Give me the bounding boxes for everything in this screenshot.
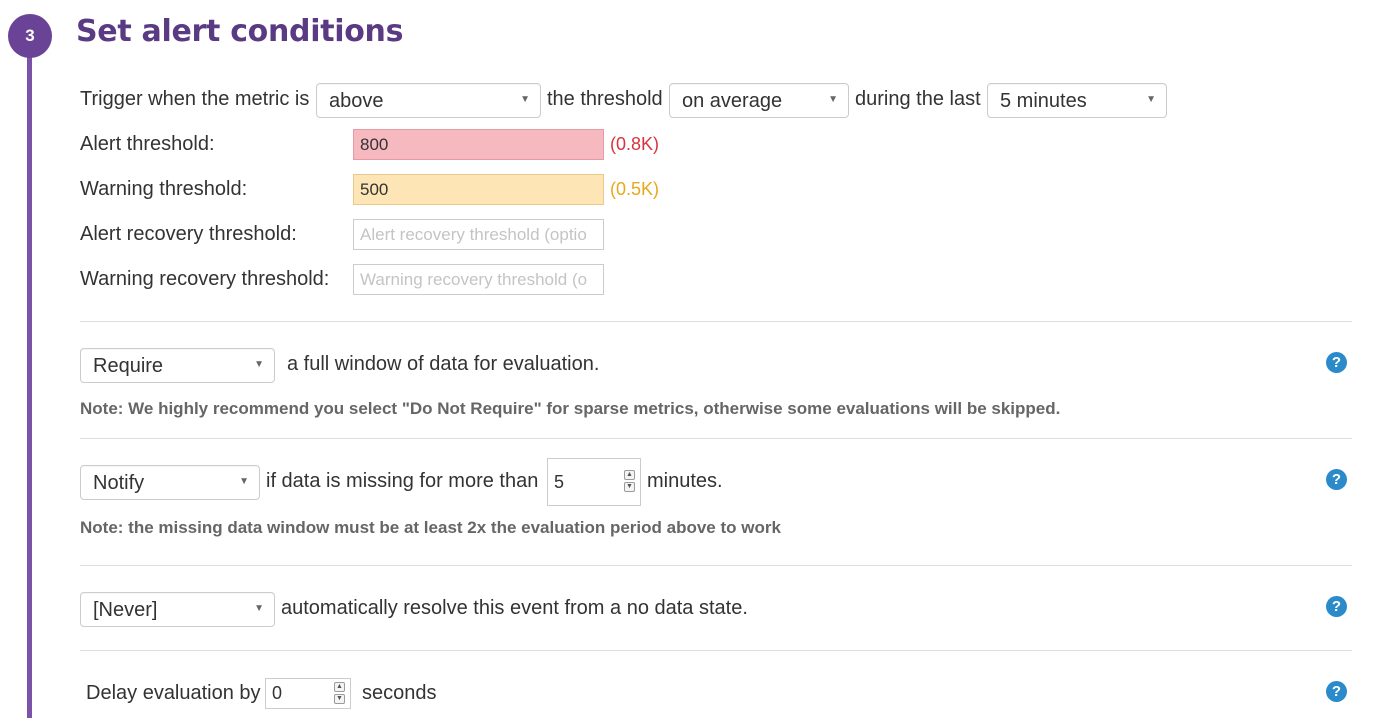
trigger-suffix-text: during the last	[855, 88, 981, 110]
alert-recovery-placeholder: Alert recovery threshold (optio	[360, 225, 587, 244]
warning-recovery-label: Warning recovery threshold:	[80, 268, 330, 290]
caret-down-icon: ▼	[239, 476, 249, 487]
missing-minutes-input[interactable]: 5 ▲ ▼	[547, 458, 641, 506]
missing-data-suffix: minutes.	[647, 470, 723, 492]
warning-recovery-input[interactable]: Warning recovery threshold (o	[353, 264, 604, 295]
auto-resolve-select[interactable]: [Never] ▼	[80, 592, 275, 627]
help-icon[interactable]: ?	[1326, 469, 1347, 490]
spinner-down-icon[interactable]: ▼	[334, 694, 345, 704]
comparator-value: above	[329, 90, 384, 112]
help-icon[interactable]: ?	[1326, 681, 1347, 702]
warning-threshold-hint: (0.5K)	[610, 179, 660, 199]
auto-resolve-text: automatically resolve this event from a …	[281, 597, 748, 619]
alert-conditions-section: 3 Set alert conditions Trigger when the …	[0, 0, 1383, 718]
caret-down-icon: ▼	[254, 603, 264, 614]
alert-recovery-label: Alert recovery threshold:	[80, 223, 297, 245]
caret-down-icon: ▼	[1146, 94, 1156, 105]
warning-recovery-placeholder: Warning recovery threshold (o	[360, 270, 588, 289]
aggregation-value: on average	[682, 90, 783, 112]
missing-data-note: Note: the missing data window must be at…	[80, 518, 781, 537]
section-title: Set alert conditions	[76, 14, 404, 49]
section-divider	[80, 321, 1352, 322]
delay-seconds-value: 0	[272, 683, 283, 703]
full-window-select[interactable]: Require ▼	[80, 348, 275, 383]
auto-resolve-value: [Never]	[93, 599, 158, 621]
section-divider	[80, 565, 1352, 566]
trigger-prefix-text: Trigger when the metric is	[80, 88, 310, 110]
alert-recovery-input[interactable]: Alert recovery threshold (optio	[353, 219, 604, 250]
spinner-down-icon[interactable]: ▼	[624, 482, 635, 492]
comparator-select[interactable]: above ▼	[316, 83, 541, 118]
timeframe-value: 5 minutes	[1000, 90, 1087, 112]
spinner-arrows[interactable]: ▲ ▼	[624, 470, 635, 494]
warning-threshold-input[interactable]: 500	[353, 174, 604, 205]
step-rail	[27, 40, 32, 718]
alert-threshold-value: 800	[360, 135, 389, 154]
missing-data-select[interactable]: Notify ▼	[80, 465, 260, 500]
delay-prefix-text: Delay evaluation by	[86, 682, 261, 704]
section-divider	[80, 438, 1352, 439]
spinner-up-icon[interactable]: ▲	[334, 682, 345, 692]
alert-threshold-hint: (0.8K)	[610, 134, 660, 154]
spinner-arrows[interactable]: ▲ ▼	[334, 682, 345, 706]
delay-suffix-text: seconds	[362, 682, 437, 704]
help-icon[interactable]: ?	[1326, 352, 1347, 373]
alert-threshold-input[interactable]: 800	[353, 129, 604, 160]
delay-seconds-input[interactable]: 0 ▲ ▼	[265, 678, 351, 709]
spinner-up-icon[interactable]: ▲	[624, 470, 635, 480]
missing-data-text: if data is missing for more than	[266, 470, 539, 492]
aggregation-select[interactable]: on average ▼	[669, 83, 849, 118]
full-window-value: Require	[93, 355, 164, 377]
warning-threshold-value: 500	[360, 180, 389, 199]
full-window-text: a full window of data for evaluation.	[287, 353, 600, 375]
trigger-middle-text: the threshold	[547, 88, 663, 110]
caret-down-icon: ▼	[828, 94, 838, 105]
section-divider	[80, 650, 1352, 651]
warning-threshold-label: Warning threshold:	[80, 178, 248, 200]
caret-down-icon: ▼	[520, 94, 530, 105]
timeframe-select[interactable]: 5 minutes ▼	[987, 83, 1167, 118]
help-icon[interactable]: ?	[1326, 596, 1347, 617]
missing-data-value: Notify	[93, 472, 145, 494]
alert-threshold-label: Alert threshold:	[80, 133, 215, 155]
full-window-note: Note: We highly recommend you select "Do…	[80, 399, 1061, 418]
step-number-badge: 3	[8, 14, 52, 58]
caret-down-icon: ▼	[254, 359, 264, 370]
missing-minutes-value: 5	[554, 472, 565, 492]
